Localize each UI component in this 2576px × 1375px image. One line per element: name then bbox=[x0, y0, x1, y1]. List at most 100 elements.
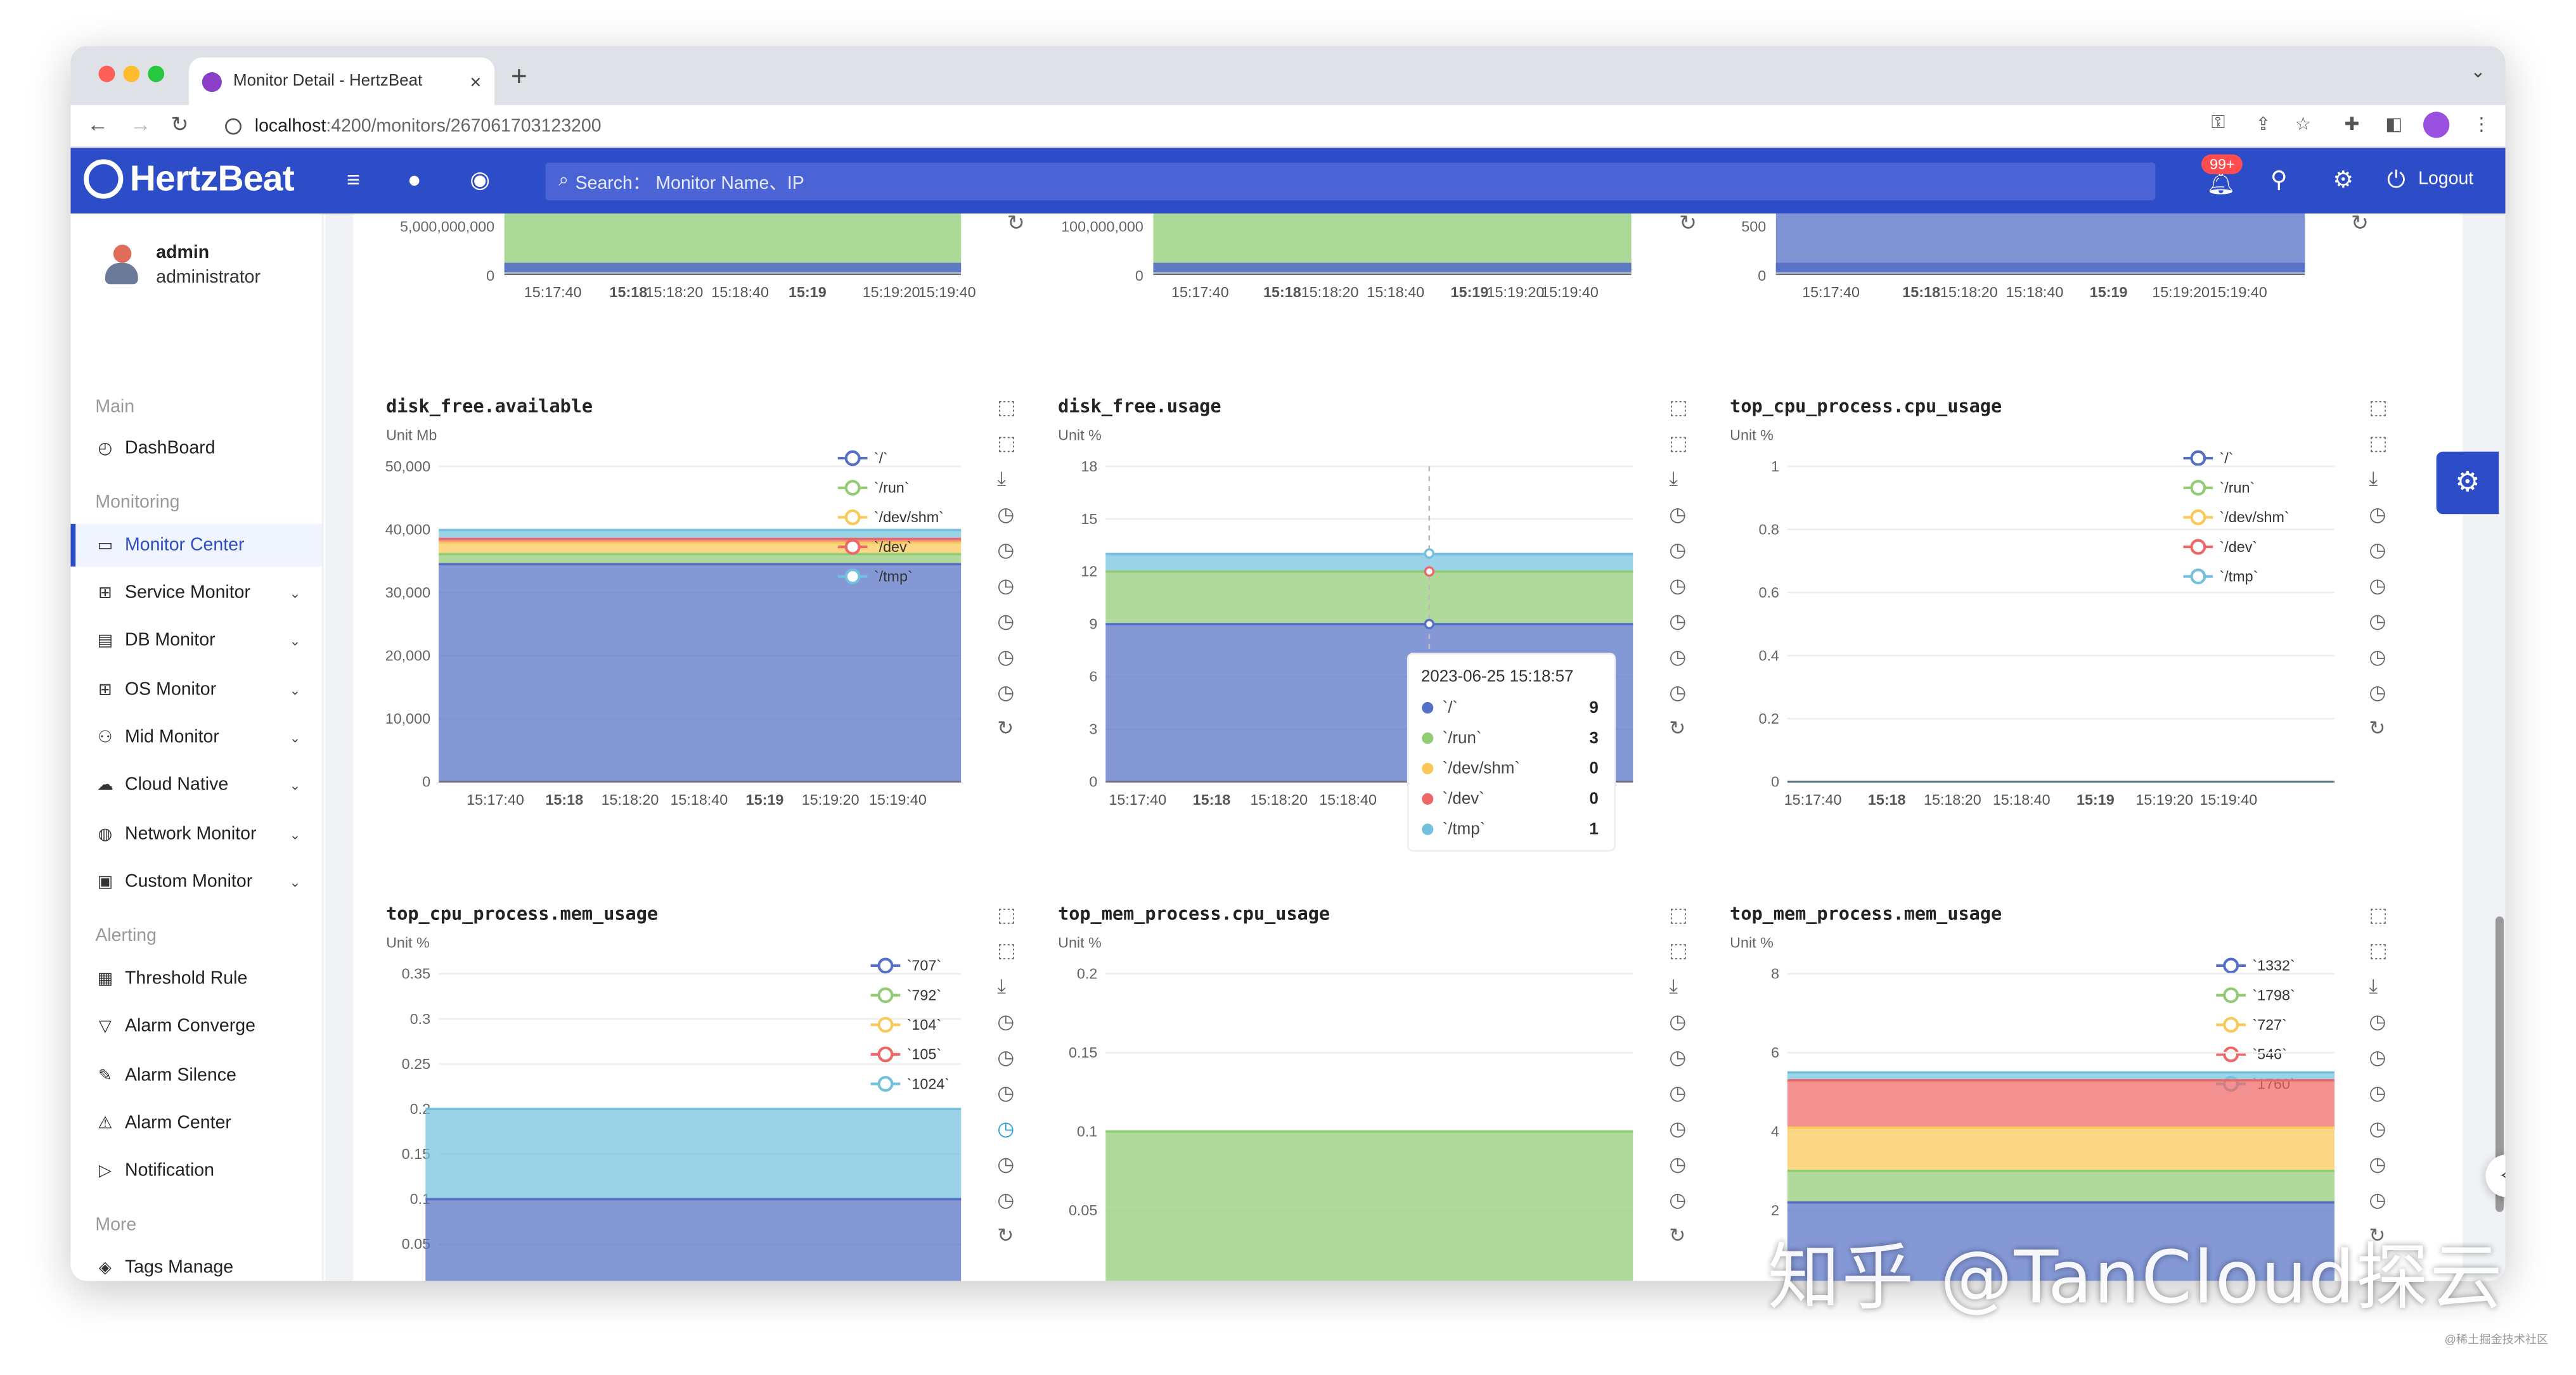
legend-marker[interactable] bbox=[844, 568, 861, 585]
minimize-window-button[interactable] bbox=[123, 65, 140, 82]
github-icon[interactable]: ● bbox=[408, 166, 422, 192]
history-icon[interactable]: ◷ bbox=[1669, 610, 1686, 632]
history-icon[interactable]: ◷ bbox=[1669, 681, 1686, 703]
sidebar-item-alarm-silence[interactable]: ✎ Alarm Silence bbox=[70, 1054, 322, 1097]
site-info-icon[interactable] bbox=[225, 117, 242, 134]
history-icon[interactable]: ◷ bbox=[1669, 574, 1686, 596]
history-icon[interactable]: ◷ bbox=[1669, 503, 1686, 525]
user-panel[interactable]: admin administrator bbox=[103, 243, 261, 288]
refresh-icon[interactable]: ↻ bbox=[997, 1224, 1014, 1246]
legend-marker[interactable] bbox=[2190, 568, 2206, 585]
address-bar[interactable]: localhost:4200/monitors/267061703123200 bbox=[219, 108, 2206, 143]
extensions-icon[interactable]: ✚ bbox=[2344, 113, 2359, 134]
menu-toggle-icon[interactable]: ≡ bbox=[347, 166, 360, 192]
zoom-reset-icon[interactable]: ⬚ bbox=[997, 432, 1015, 454]
refresh-icon[interactable]: ↻ bbox=[2369, 717, 2385, 739]
history-icon[interactable]: ◷ bbox=[1669, 1117, 1686, 1139]
bookmark-star-icon[interactable]: ☆ bbox=[2295, 113, 2312, 134]
legend-marker[interactable] bbox=[844, 450, 861, 466]
legend-marker[interactable] bbox=[877, 1076, 894, 1092]
reload-icon[interactable]: ↻ bbox=[171, 112, 189, 138]
maximize-window-button[interactable] bbox=[148, 65, 165, 82]
refresh-icon[interactable]: ↻ bbox=[997, 717, 1014, 739]
history-icon[interactable]: ◷ bbox=[2369, 681, 2386, 703]
legend-marker[interactable] bbox=[2223, 1016, 2239, 1033]
sidebar-item-network-monitor[interactable]: ◍ Network Monitor ⌄ bbox=[70, 813, 322, 855]
password-key-icon[interactable]: ⚿ bbox=[2212, 113, 2225, 135]
search-input[interactable]: ⌕ Search： Monitor Name、IP bbox=[545, 162, 2156, 201]
sidebar-item-monitor-center[interactable]: ▭ Monitor Center bbox=[70, 523, 322, 567]
history-icon[interactable]: ◷ bbox=[997, 1117, 1014, 1139]
legend-marker[interactable] bbox=[844, 509, 861, 525]
legend-marker[interactable] bbox=[2190, 450, 2206, 466]
history-icon[interactable]: ◷ bbox=[997, 574, 1014, 596]
zoom-icon[interactable]: ⬚ bbox=[2369, 904, 2387, 926]
sidebar-item-alarm-converge[interactable]: ▽ Alarm Converge bbox=[70, 1005, 322, 1047]
gitee-icon[interactable]: ◉ bbox=[470, 166, 490, 194]
sidebar-item-dashboard[interactable]: ◴ DashBoard bbox=[70, 427, 322, 470]
zoom-icon[interactable]: ⬚ bbox=[2369, 396, 2387, 418]
forward-icon[interactable]: → bbox=[130, 112, 151, 136]
sidebar-item-os-monitor[interactable]: ⊞ OS Monitor ⌄ bbox=[70, 668, 322, 711]
refresh-icon[interactable]: ↻ bbox=[1669, 717, 1685, 739]
history-icon[interactable]: ◷ bbox=[997, 1011, 1014, 1033]
legend-marker[interactable] bbox=[877, 987, 894, 1004]
history-icon[interactable]: ◷ bbox=[997, 503, 1014, 525]
history-icon[interactable]: ◷ bbox=[997, 681, 1014, 703]
tab-list-chevron-icon[interactable]: ⌄ bbox=[2471, 61, 2486, 82]
download-icon[interactable]: ⤓ bbox=[997, 975, 1006, 997]
history-icon[interactable]: ◷ bbox=[1669, 646, 1686, 668]
share-icon[interactable]: ⇪ bbox=[2256, 113, 2271, 134]
side-panel-icon[interactable]: ◧ bbox=[2385, 113, 2402, 134]
sidebar-item-cloud-native[interactable]: ☁ Cloud Native ⌄ bbox=[70, 764, 322, 806]
history-icon[interactable]: ◷ bbox=[997, 1153, 1014, 1175]
history-icon[interactable]: ◷ bbox=[2369, 1046, 2386, 1068]
history-icon[interactable]: ◷ bbox=[1669, 1189, 1686, 1211]
legend-marker[interactable] bbox=[2223, 987, 2239, 1004]
zoom-reset-icon[interactable]: ⬚ bbox=[2369, 939, 2387, 961]
history-icon[interactable]: ◷ bbox=[1669, 1153, 1686, 1175]
history-icon[interactable]: ◷ bbox=[2369, 1082, 2386, 1104]
zoom-icon[interactable]: ⬚ bbox=[1669, 396, 1687, 418]
history-icon[interactable]: ◷ bbox=[997, 1082, 1014, 1104]
browser-tab[interactable]: Monitor Detail - HertzBeat × bbox=[189, 57, 495, 105]
legend-marker[interactable] bbox=[2190, 509, 2206, 525]
sidebar-item-alarm-center[interactable]: ⚠ Alarm Center bbox=[70, 1102, 322, 1144]
history-icon[interactable]: ◷ bbox=[1669, 1046, 1686, 1068]
legend-marker[interactable] bbox=[2190, 480, 2206, 496]
history-icon[interactable]: ◷ bbox=[2369, 1153, 2386, 1175]
new-tab-icon[interactable]: + bbox=[511, 61, 527, 94]
zoom-reset-icon[interactable]: ⬚ bbox=[997, 939, 1015, 961]
history-icon[interactable]: ◷ bbox=[2369, 574, 2386, 596]
legend-marker[interactable] bbox=[877, 1016, 894, 1033]
profile-avatar-icon[interactable] bbox=[2423, 112, 2450, 138]
zoom-reset-icon[interactable]: ⬚ bbox=[1669, 939, 1687, 961]
history-icon[interactable]: ◷ bbox=[997, 1046, 1014, 1068]
download-icon[interactable]: ⤓ bbox=[997, 468, 1006, 490]
sidebar-item-db-monitor[interactable]: ▤ DB Monitor ⌄ bbox=[70, 619, 322, 662]
legend-marker[interactable] bbox=[2223, 957, 2239, 974]
sidebar-item-threshold-rule[interactable]: ▦ Threshold Rule bbox=[70, 957, 322, 1000]
history-icon[interactable]: ◷ bbox=[2369, 1011, 2386, 1033]
history-icon[interactable]: ◷ bbox=[2369, 1117, 2386, 1139]
zoom-icon[interactable]: ⬚ bbox=[997, 904, 1015, 926]
sidebar-item-mid-monitor[interactable]: ⚇ Mid Monitor ⌄ bbox=[70, 716, 322, 758]
browser-menu-icon[interactable]: ⋮ bbox=[2473, 113, 2491, 134]
back-icon[interactable]: ← bbox=[87, 112, 108, 136]
history-icon[interactable]: ◷ bbox=[2369, 610, 2386, 632]
download-icon[interactable]: ⤓ bbox=[2369, 975, 2378, 997]
sidebar-item-notification[interactable]: ▷ Notification bbox=[70, 1149, 322, 1192]
sidebar-item-tags-manage[interactable]: ◈ Tags Manage bbox=[70, 1246, 322, 1281]
close-tab-icon[interactable]: × bbox=[470, 70, 481, 93]
download-icon[interactable]: ⤓ bbox=[2369, 468, 2378, 490]
sidebar-item-service-monitor[interactable]: ⊞ Service Monitor ⌄ bbox=[70, 572, 322, 614]
zoom-reset-icon[interactable]: ⬚ bbox=[2369, 432, 2387, 454]
history-icon[interactable]: ◷ bbox=[2369, 1189, 2386, 1211]
logout-icon[interactable]: ⏻ bbox=[2387, 166, 2405, 194]
history-icon[interactable]: ◷ bbox=[997, 610, 1014, 632]
lock-icon[interactable]: ⚲ bbox=[2270, 166, 2288, 194]
close-window-button[interactable] bbox=[98, 65, 115, 82]
refresh-icon[interactable]: ↻ bbox=[1669, 1224, 1685, 1246]
legend-marker[interactable] bbox=[877, 957, 894, 974]
history-icon[interactable]: ◷ bbox=[997, 1189, 1014, 1211]
